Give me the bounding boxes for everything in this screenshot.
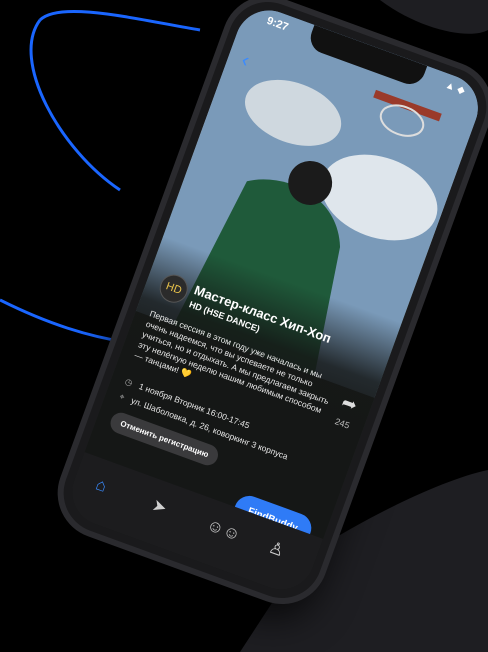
tab-home-icon[interactable]: ⌂ <box>93 475 109 497</box>
organizer-avatar-text: HD <box>164 280 184 298</box>
tab-people-icon[interactable]: ☺☺ <box>204 515 243 546</box>
tab-send-icon[interactable]: ➤ <box>149 495 170 519</box>
tab-profile-icon[interactable]: ♙ <box>266 538 287 562</box>
clock-icon: ◷ <box>123 375 135 388</box>
share-count: 245 <box>333 416 352 431</box>
